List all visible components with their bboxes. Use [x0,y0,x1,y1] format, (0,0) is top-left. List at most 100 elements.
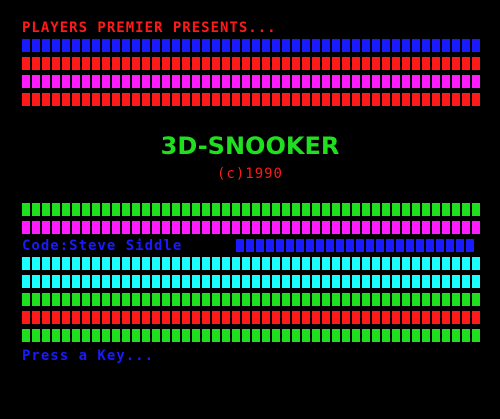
stripe-block [132,329,140,342]
stripe-block [372,57,380,70]
stripe-block [262,93,270,106]
stripe-block [122,257,130,270]
stripe-block [112,93,120,106]
stripe-block [222,57,230,70]
stripe-block [266,239,274,252]
stripe-block [42,311,50,324]
stripe-block [222,75,230,88]
stripe-block [392,93,400,106]
stripe-block [162,275,170,288]
stripe-block [392,293,400,306]
stripe-block [402,275,410,288]
stripe-block [382,57,390,70]
stripe-block [272,311,280,324]
stripe-block [62,39,70,52]
stripe-block [422,293,430,306]
stripe-block [412,39,420,52]
stripe-block [212,293,220,306]
stripe-block [162,93,170,106]
stripe-block [162,203,170,216]
stripe-block [282,93,290,106]
stripe-block [62,57,70,70]
stripe-block [276,239,284,252]
code-credit: Code:Steve Siddle [22,238,183,254]
stripe-block [462,39,470,52]
stripe-block [272,221,280,234]
stripe-block [142,257,150,270]
stripe-block [306,239,314,252]
press-key-prompt[interactable]: Press a Key... [22,349,154,363]
stripe-block [446,239,454,252]
stripe-block [222,329,230,342]
stripe-block [302,311,310,324]
stripe-block [416,239,424,252]
stripe-block [442,203,450,216]
stripe-block [152,75,160,88]
stripe-block [422,329,430,342]
stripe-block [142,311,150,324]
stripe-block [252,57,260,70]
stripe-block [472,275,480,288]
stripe-block [372,39,380,52]
stripe-block [152,57,160,70]
stripe-block [192,257,200,270]
stripe-block [292,75,300,88]
stripe-block [92,203,100,216]
stripe-block [392,311,400,324]
stripe-block [386,239,394,252]
stripe-block [372,311,380,324]
stripe-block [62,275,70,288]
stripe-block [22,93,30,106]
stripe-block [402,203,410,216]
stripe-block [52,329,60,342]
top-stripe-2 [22,57,482,71]
stripe-block [92,257,100,270]
stripe-block [22,311,30,324]
bottom-stripe-6 [22,293,482,307]
stripe-block [452,75,460,88]
stripe-block [252,203,260,216]
stripe-block [142,203,150,216]
stripe-block [442,75,450,88]
stripe-block [122,275,130,288]
stripe-block [152,221,160,234]
stripe-block [402,93,410,106]
stripe-block [152,203,160,216]
stripe-block [172,329,180,342]
stripe-block [472,293,480,306]
bottom-stripe-1 [22,203,482,217]
stripe-block [82,39,90,52]
stripe-block [192,221,200,234]
stripe-block [232,39,240,52]
stripe-block [242,293,250,306]
bottom-stripe-8 [22,329,482,343]
stripe-block [132,221,140,234]
stripe-block [402,311,410,324]
stripe-block [202,257,210,270]
stripe-block [352,257,360,270]
stripe-block [432,75,440,88]
stripe-block [132,293,140,306]
stripe-block [192,275,200,288]
stripe-block [182,39,190,52]
stripe-block [112,39,120,52]
stripe-block [232,257,240,270]
stripe-block [392,75,400,88]
stripe-block [382,329,390,342]
stripe-block [462,93,470,106]
stripe-block [32,275,40,288]
stripe-block [162,57,170,70]
game-title-screen[interactable]: PLAYERS PREMIER PRESENTS... 3D-SNOOKER (… [0,0,500,419]
stripe-block [82,75,90,88]
stripe-block [372,275,380,288]
stripe-block [262,311,270,324]
stripe-block [72,257,80,270]
stripe-block [282,39,290,52]
stripe-block [122,221,130,234]
stripe-block [82,57,90,70]
stripe-block [332,329,340,342]
stripe-block [162,75,170,88]
stripe-block [22,203,30,216]
stripe-block [436,239,444,252]
stripe-block [252,39,260,52]
